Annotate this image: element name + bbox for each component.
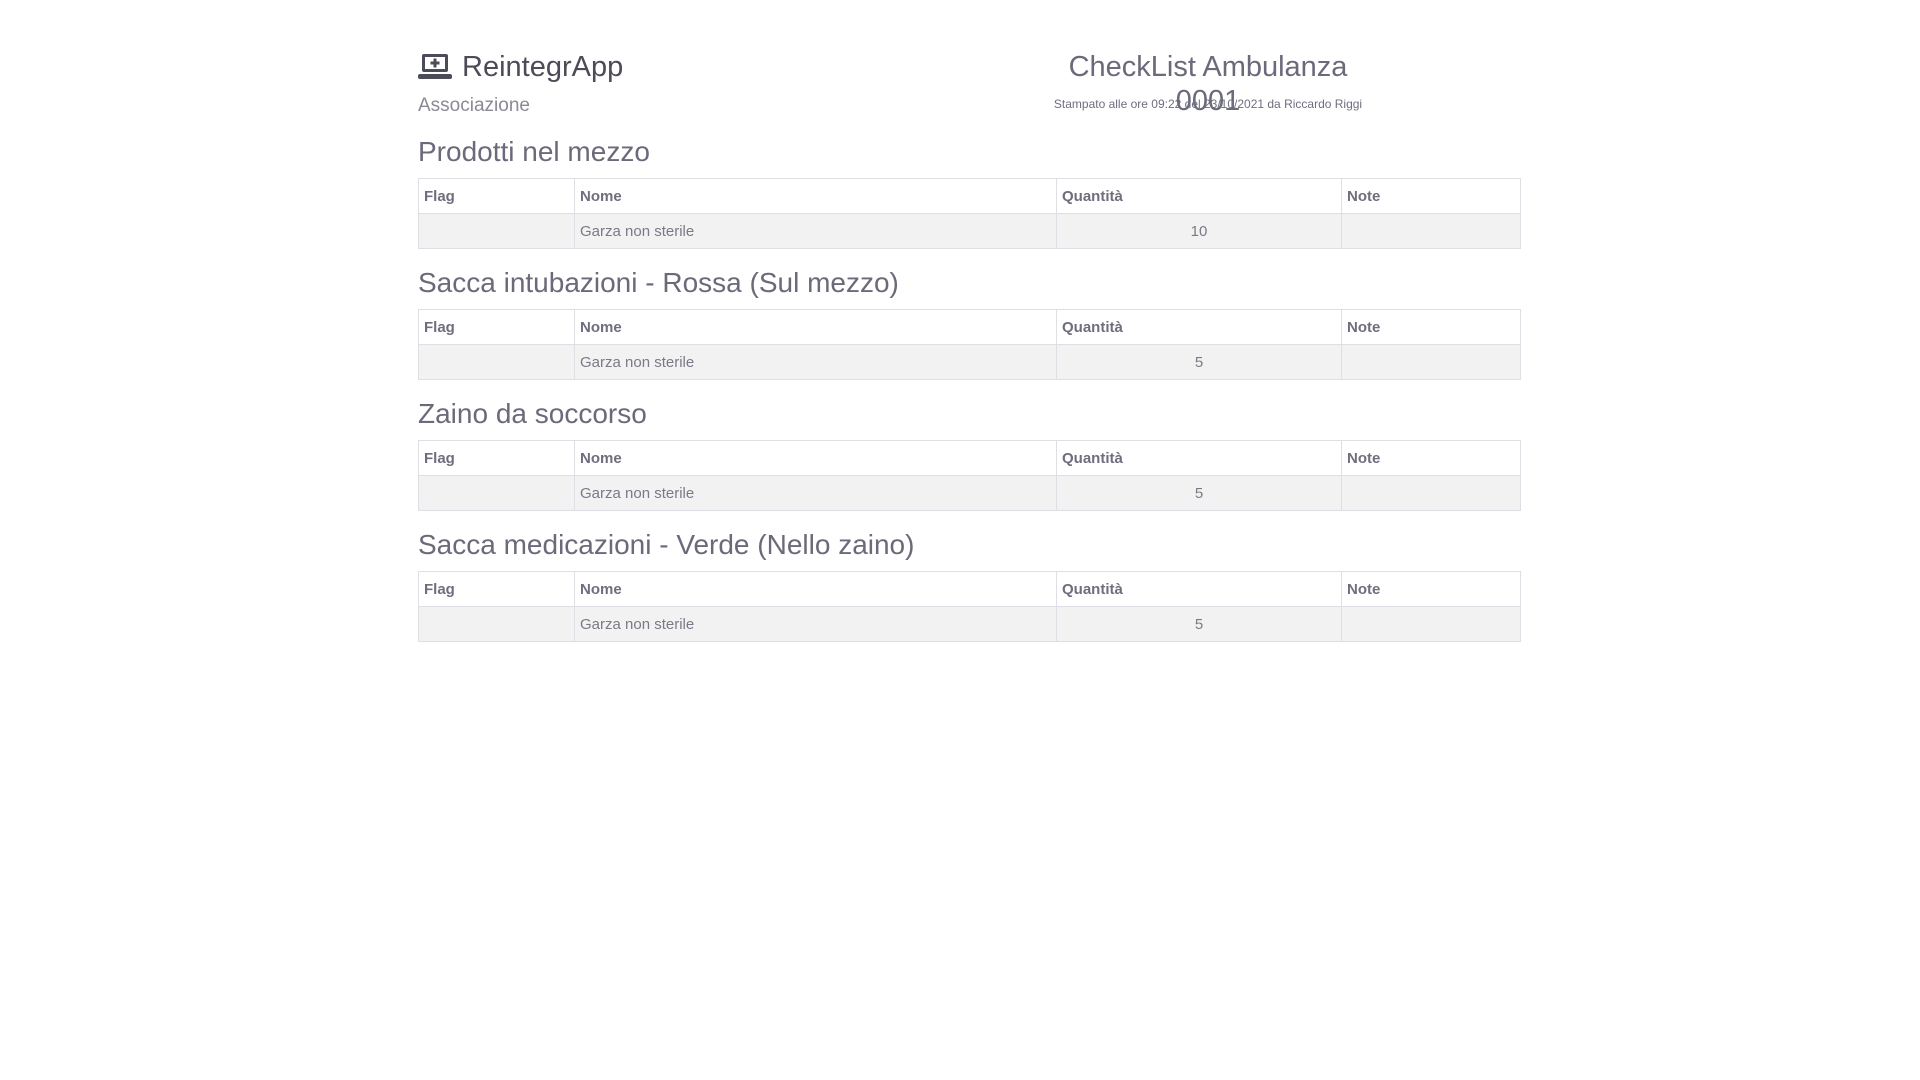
checklist-section: Sacca medicazioni - Verde (Nello zaino) F…	[418, 527, 1521, 642]
cell-flag	[418, 213, 575, 249]
section-title: Sacca intubazioni - Rossa (Sul mezzo)	[418, 267, 899, 298]
column-header-quantita: Quantità	[1056, 178, 1342, 214]
checklist-table: Flag Nome Quantità Note Garza non sterile 5	[418, 440, 1521, 511]
section-title: Zaino da soccorso	[418, 398, 647, 429]
column-header-nome: Nome	[574, 178, 1057, 214]
column-header-quantita: Quantità	[1056, 571, 1342, 607]
column-header-flag: Flag	[418, 178, 575, 214]
checklist-table: Flag Nome Quantità Note Garza non sterile 10	[418, 178, 1521, 249]
checklist-table: Flag Nome Quantità Note Garza non sterile 5	[418, 571, 1521, 642]
column-header-note: Note	[1341, 309, 1521, 345]
column-header-note: Note	[1341, 178, 1521, 214]
column-header-nome: Nome	[574, 571, 1057, 607]
checklist-section: Prodotti nel mezzo Flag Nome Quantità Note Ga…	[418, 134, 1521, 249]
checklist-section: Zaino da soccorso Flag Nome Quantità Note Gar…	[418, 396, 1521, 511]
brand[interactable]: ReintegrApp	[418, 50, 623, 84]
cell-nome: Garza non sterile	[574, 475, 1057, 511]
cell-note	[1341, 344, 1521, 380]
sections-container: Prodotti nel mezzo Flag Nome Quantità Note Ga…	[418, 134, 1521, 642]
cell-quantita: 10	[1056, 213, 1342, 249]
checklist-table: Flag Nome Quantità Note Garza non sterile 5	[418, 309, 1521, 380]
printed-info: Stampato alle ore 09:22 del 23/10/2021 d…	[1053, 97, 1363, 111]
table-header-row: Flag Nome Quantità Note	[418, 178, 1521, 214]
column-header-flag: Flag	[418, 440, 575, 476]
column-header-nome: Nome	[574, 440, 1057, 476]
table-header-row: Flag Nome Quantità Note	[418, 440, 1521, 476]
laptop-medical-icon	[418, 54, 452, 79]
page-header: ReintegrApp Associazione CheckList Ambul…	[418, 0, 1520, 134]
table-row: Garza non sterile 5	[418, 344, 1521, 380]
cell-nome: Garza non sterile	[574, 344, 1057, 380]
cell-quantita: 5	[1056, 475, 1342, 511]
print-page: ReintegrApp Associazione CheckList Ambul…	[418, 0, 1521, 658]
cell-note	[1341, 213, 1521, 249]
association-name: Associazione	[418, 95, 530, 116]
table-header-row: Flag Nome Quantità Note	[418, 309, 1521, 345]
table-row: Garza non sterile 5	[418, 606, 1521, 642]
cell-nome: Garza non sterile	[574, 606, 1057, 642]
cell-quantita: 5	[1056, 344, 1342, 380]
cell-flag	[418, 475, 575, 511]
column-header-note: Note	[1341, 571, 1521, 607]
cell-flag	[418, 606, 575, 642]
cell-note	[1341, 606, 1521, 642]
cell-quantita: 5	[1056, 606, 1342, 642]
table-header-row: Flag Nome Quantità Note	[418, 571, 1521, 607]
checklist-section: Sacca intubazioni - Rossa (Sul mezzo) Fla…	[418, 265, 1521, 380]
section-title: Prodotti nel mezzo	[418, 136, 650, 167]
column-header-note: Note	[1341, 440, 1521, 476]
column-header-nome: Nome	[574, 309, 1057, 345]
column-header-flag: Flag	[418, 571, 575, 607]
section-title: Sacca medicazioni - Verde (Nello zaino)	[418, 529, 915, 560]
table-row: Garza non sterile 5	[418, 475, 1521, 511]
column-header-quantita: Quantità	[1056, 309, 1342, 345]
table-row: Garza non sterile 10	[418, 213, 1521, 249]
cell-note	[1341, 475, 1521, 511]
column-header-quantita: Quantità	[1056, 440, 1342, 476]
cell-flag	[418, 344, 575, 380]
brand-name: ReintegrApp	[462, 51, 624, 83]
column-header-flag: Flag	[418, 309, 575, 345]
cell-nome: Garza non sterile	[574, 213, 1057, 249]
